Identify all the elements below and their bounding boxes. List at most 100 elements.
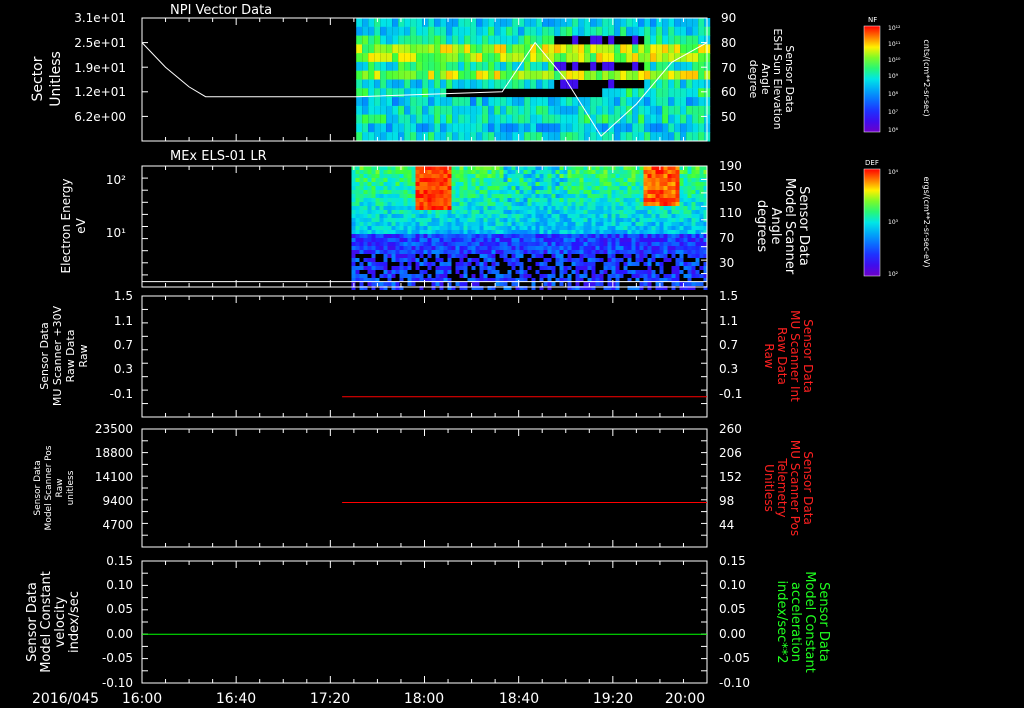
vel-left-label-2: Model Constant — [39, 571, 54, 673]
els-lt-1: 10¹ — [106, 226, 126, 240]
time-tick-1: 16:40 — [216, 691, 256, 707]
time-tick-0: 16:00 — [122, 691, 162, 707]
time-tick-6: 20:00 — [665, 691, 705, 707]
els-cb-t0: 10⁴ — [888, 169, 899, 176]
time-tick-2: 17:20 — [310, 691, 350, 707]
vel-rt-0: 0.15 — [719, 554, 746, 568]
pos-rt-2: 152 — [719, 470, 742, 484]
vel-lt-5: -0.10 — [102, 676, 133, 690]
npi-rt-3: 60 — [721, 85, 736, 99]
pos-left-label-3: Raw — [55, 479, 65, 498]
mu-rt-3: 0.3 — [719, 362, 738, 376]
vel-rt-1: 0.10 — [719, 578, 746, 592]
els-right-label-1: Sensor Data — [796, 186, 811, 266]
pos-rt-0: 260 — [719, 422, 742, 436]
npi-lt-1: 2.5e+01 — [74, 36, 126, 50]
npi-left-label-2: Unitless — [48, 51, 64, 107]
npi-rt-1: 80 — [721, 36, 736, 50]
pos-rt-3: 98 — [719, 494, 734, 508]
vel-rt-2: 0.05 — [719, 602, 746, 616]
vel-left-label-4: index/sec — [67, 591, 82, 653]
date-label: 2016/045 — [32, 691, 99, 707]
npi-rt-0: 90 — [721, 11, 736, 25]
pos-left-label-4: unitless — [66, 470, 76, 505]
pos-rt-1: 206 — [719, 446, 742, 460]
els-left-label-2: eV — [74, 217, 88, 233]
npi-lt-4: 6.2e+00 — [74, 110, 126, 124]
pos-left-label-1: Sensor Data — [33, 460, 43, 515]
npi-rt-2: 70 — [721, 61, 736, 75]
els-colorbar-gradient — [863, 168, 881, 277]
pos-lt-1: 18800 — [95, 446, 133, 460]
mu-right-label-4: Raw — [762, 343, 776, 368]
npi-cb-t0: 10¹² — [888, 25, 901, 32]
pos-lt-3: 9400 — [102, 494, 133, 508]
npi-lt-3: 1.2e+01 — [74, 85, 126, 99]
mu-left-label-1: Sensor Data — [38, 322, 51, 389]
els-lt-0: 10² — [106, 173, 126, 187]
npi-cb-t1: 10¹¹ — [888, 41, 901, 48]
pos-right-label-3: Telemetry — [775, 457, 789, 517]
npi-title: NPI Vector Data — [170, 3, 272, 18]
pos-rt-4: 44 — [719, 518, 734, 532]
mu-right-label-2: MU Scanner Int — [788, 310, 802, 402]
els-colorbar-title: DEF — [865, 159, 879, 167]
npi-rt-4: 50 — [721, 110, 736, 124]
els-cb-t1: 10³ — [888, 219, 899, 226]
mu-left-label-3: Raw Data — [64, 330, 77, 383]
els-rt-1: 150 — [719, 180, 742, 194]
time-tick-3: 18:00 — [404, 691, 444, 707]
els-rt-3: 70 — [719, 231, 734, 245]
npi-right-label-4: degree — [747, 60, 760, 99]
pos-left-label-2: Model Scanner Pos — [44, 445, 54, 530]
vel-lt-0: 0.15 — [106, 554, 133, 568]
els-left-label-1: Electron Energy — [59, 178, 73, 273]
mu-rt-0: 1.5 — [719, 289, 738, 303]
mu-left-label-4: Raw — [77, 344, 90, 367]
vel-rt-5: -0.10 — [719, 676, 750, 690]
els-right-label-4: degrees — [754, 200, 769, 253]
vel-lt-1: 0.10 — [106, 578, 133, 592]
npi-left-label-1: Sector — [30, 56, 46, 101]
mu-lt-4: -0.1 — [110, 387, 133, 401]
pos-right-label-2: MU Scanner Pos — [788, 440, 802, 536]
npi-colorbar-gradient — [863, 25, 881, 133]
mu-lt-2: 0.7 — [114, 338, 133, 352]
els-right-label-3: Angle — [768, 208, 783, 245]
pos-lt-2: 14100 — [95, 470, 133, 484]
vel-right-label-4: index/sec**2 — [774, 580, 789, 663]
figure: NPI Vector Data Sector Unitless 3.1e+01 … — [0, 0, 1024, 708]
vel-right-label-3: acceleration — [788, 582, 803, 662]
mu-rt-1: 1.1 — [719, 314, 738, 328]
npi-colorbar-title: NF — [868, 16, 877, 24]
pos-lt-4: 4700 — [102, 518, 133, 532]
els-rt-4: 30 — [719, 256, 734, 270]
pos-right-label-4: Unitless — [762, 464, 776, 512]
vel-right-label-1: Sensor Data — [816, 582, 831, 662]
time-tick-5: 19:20 — [593, 691, 633, 707]
els-cb-t2: 10² — [888, 271, 899, 278]
mu-rt-4: -0.1 — [719, 387, 742, 401]
mu-rt-2: 0.7 — [719, 338, 738, 352]
els-right-label-2: Model Scanner — [782, 178, 797, 275]
npi-lt-0: 3.1e+01 — [74, 11, 126, 25]
vel-lt-2: 0.05 — [106, 602, 133, 616]
npi-cb-t6: 10⁶ — [888, 127, 899, 134]
els-rt-0: 190 — [719, 159, 742, 173]
npi-cb-t4: 10⁸ — [888, 91, 899, 98]
vel-lt-3: 0.00 — [106, 627, 133, 641]
els-colorbar-label: ergs/(cm**2-sr-sec-eV) — [922, 176, 931, 267]
mu-lt-3: 0.3 — [114, 362, 133, 376]
vel-rt-3: 0.00 — [719, 627, 746, 641]
npi-colorbar-label: cnts/(cm**2-sr-sec) — [922, 39, 931, 116]
vel-lt-4: -0.05 — [102, 651, 133, 665]
pos-lt-0: 23500 — [95, 422, 133, 436]
time-tick-4: 18:40 — [499, 691, 539, 707]
els-rt-2: 110 — [719, 206, 742, 220]
mu-left-label-2: MU Scanner +30V — [51, 305, 64, 406]
npi-cb-t3: 10⁹ — [888, 73, 899, 80]
vel-left-label-1: Sensor Data — [25, 582, 40, 662]
mu-lt-1: 1.1 — [114, 314, 133, 328]
mu-right-label-1: Sensor Data — [801, 319, 815, 393]
mu-right-label-3: Raw Data — [775, 327, 789, 385]
